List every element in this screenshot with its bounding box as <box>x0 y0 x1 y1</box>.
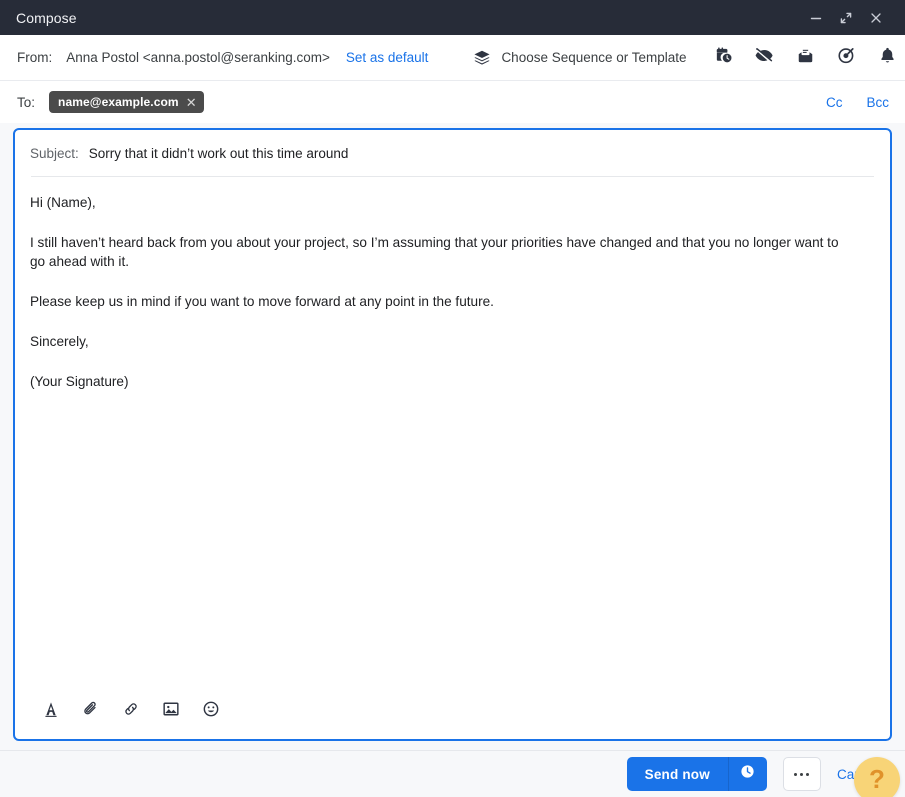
target-button[interactable] <box>836 47 858 69</box>
text-format-button[interactable] <box>39 699 63 723</box>
send-now-button[interactable]: Send now <box>626 757 728 791</box>
more-options-button[interactable] <box>782 757 821 791</box>
recipient-chip[interactable]: name@example.com ✕ <box>49 91 204 113</box>
window-title: Compose <box>16 9 77 26</box>
cc-link[interactable]: Cc <box>826 95 843 110</box>
to-row: To: name@example.com ✕ Cc Bcc <box>0 81 905 123</box>
target-icon <box>837 46 856 70</box>
layers-icon <box>473 49 491 67</box>
insert-emoji-icon <box>202 700 220 723</box>
expand-icon <box>839 11 853 25</box>
recipient-email: name@example.com <box>58 95 179 109</box>
body-paragraph: Sincerely, <box>30 333 89 349</box>
subject-input[interactable]: Sorry that it didn’t work out this time … <box>89 146 349 161</box>
insert-image-button[interactable] <box>159 699 183 723</box>
set-as-default-link[interactable]: Set as default <box>346 50 429 65</box>
send-button-group: Send now <box>626 757 767 791</box>
window-titlebar: Compose <box>0 0 905 35</box>
compose-footer: Send now Cancel ? <box>0 750 905 797</box>
body-paragraph: Hi (Name), <box>30 195 96 210</box>
subject-row[interactable]: Subject: Sorry that it didn’t work out t… <box>15 130 890 176</box>
insert-link-icon <box>122 700 140 723</box>
schedule-send-split-button[interactable] <box>728 757 767 791</box>
text-format-icon <box>42 700 60 723</box>
subject-label: Subject: <box>30 146 79 161</box>
reminder-bell-button[interactable] <box>877 47 899 69</box>
reminder-bell-icon <box>878 46 897 70</box>
insert-link-button[interactable] <box>119 699 143 723</box>
insert-emoji-button[interactable] <box>199 699 223 723</box>
help-button[interactable]: ? <box>854 757 900 797</box>
more-dot-icon <box>806 772 810 776</box>
email-body-editor[interactable]: Hi (Name), I still haven’t heard back fr… <box>15 177 890 699</box>
choose-sequence-label: Choose Sequence or Template <box>501 50 687 65</box>
composer-box[interactable]: Subject: Sorry that it didn’t work out t… <box>13 128 892 741</box>
attach-file-icon <box>82 700 100 723</box>
from-row: From: Anna Postol <anna.postol@seranking… <box>0 35 905 81</box>
clock-icon <box>739 763 756 785</box>
from-address[interactable]: Anna Postol <anna.postol@seranking.com> <box>66 50 330 65</box>
from-label: From: <box>17 50 53 65</box>
more-dot-icon <box>794 772 798 776</box>
insert-image-icon <box>162 700 180 723</box>
bcc-link[interactable]: Bcc <box>866 95 889 110</box>
compose-window: Compose From: Anna Postol <anna.postol@s… <box>0 0 905 797</box>
attach-file-button[interactable] <box>79 699 103 723</box>
close-button[interactable] <box>861 3 891 33</box>
minimize-button[interactable] <box>801 3 831 33</box>
body-paragraph: I still haven’t heard back from you abou… <box>30 234 839 270</box>
compose-toolbar-icons <box>713 47 899 69</box>
remove-recipient-icon[interactable]: ✕ <box>186 96 197 109</box>
help-question-icon: ? <box>869 764 885 794</box>
schedule-send-button[interactable] <box>713 47 735 69</box>
cc-bcc-links: Cc Bcc <box>826 95 889 110</box>
read-receipt-button[interactable] <box>795 47 817 69</box>
minimize-icon <box>809 11 823 25</box>
composer-wrapper: Subject: Sorry that it didn’t work out t… <box>0 123 905 750</box>
to-label: To: <box>17 94 36 110</box>
body-paragraph: Please keep us in mind if you want to mo… <box>30 294 494 310</box>
close-icon <box>869 11 883 25</box>
expand-button[interactable] <box>831 3 861 33</box>
more-dot-icon <box>800 772 804 776</box>
body-paragraph: (Your Signature) <box>30 373 129 389</box>
formatting-toolbar <box>15 699 890 739</box>
tracking-off-icon <box>755 46 774 70</box>
tracking-off-button[interactable] <box>754 47 776 69</box>
read-receipt-icon <box>796 46 815 70</box>
schedule-send-icon <box>714 46 733 70</box>
choose-sequence-button[interactable]: Choose Sequence or Template <box>473 49 687 67</box>
